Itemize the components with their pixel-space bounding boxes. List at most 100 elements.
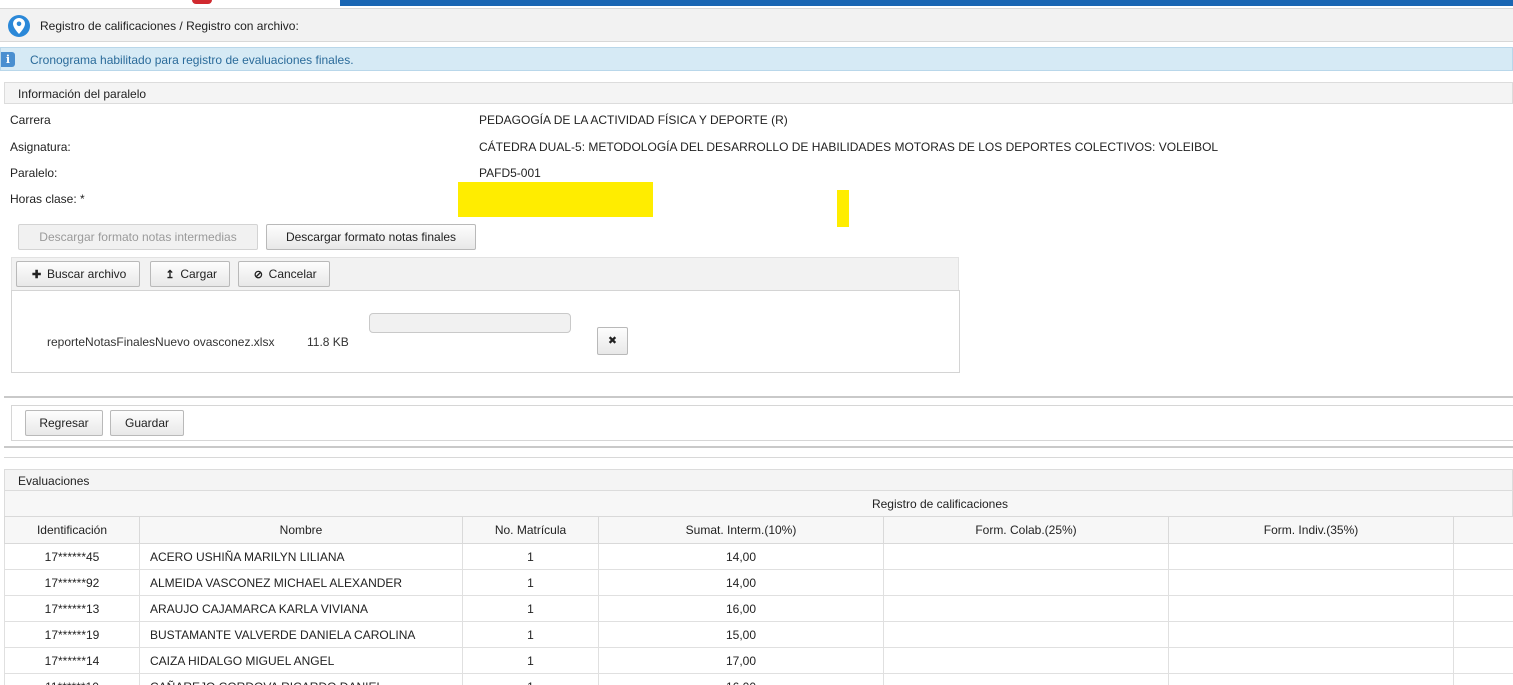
table-row: 11******10 CAÑAREJO CORDOVA RICARDO DANI… [4, 673, 1513, 685]
banner-blue-band [340, 0, 1513, 6]
horas-clase-label: Horas clase: * [10, 192, 85, 206]
divider [4, 457, 1513, 458]
redacted-horas-field [458, 182, 653, 217]
id-cell: 17******13 [4, 595, 140, 622]
indiv-cell[interactable] [1168, 673, 1454, 685]
column-header[interactable]: Form. Colab.(25%) [883, 516, 1169, 544]
action-bar: Regresar Guardar [11, 405, 1513, 441]
name-cell: CAIZA HIDALGO MIGUEL ANGEL [139, 647, 463, 674]
sumativa-cell: 15,00 [598, 621, 884, 648]
indiv-cell[interactable] [1168, 621, 1454, 648]
grades-table: Identificación Nombre No. Matrícula Suma… [4, 516, 1513, 685]
breadcrumb-text: Registro de calificaciones / Registro co… [40, 19, 299, 33]
colab-cell[interactable] [883, 673, 1169, 685]
matricula-cell: 1 [462, 569, 599, 596]
divider [4, 396, 1513, 398]
file-name: reporteNotasFinalesNuevo ovasconez.xlsx [47, 335, 275, 349]
file-size: 11.8 KB [307, 335, 349, 349]
extra-cell [1453, 621, 1513, 648]
download-final-button[interactable]: Descargar formato notas finales [266, 224, 476, 250]
table-row: 17******13 ARAUJO CAJAMARCA KARLA VIVIAN… [4, 595, 1513, 622]
back-button[interactable]: Regresar [25, 410, 103, 436]
paralelo-label: Paralelo: [10, 166, 58, 180]
extra-cell [1453, 673, 1513, 685]
column-header [1453, 516, 1513, 544]
redacted-mark [837, 190, 849, 227]
plus-icon: ✚ [32, 269, 42, 281]
matricula-cell: 1 [462, 673, 599, 685]
evaluaciones-title: Evaluaciones [18, 474, 90, 488]
table-row: 17******14 CAIZA HIDALGO MIGUEL ANGEL 1 … [4, 647, 1513, 674]
upload-progress-bar [369, 313, 571, 333]
paralelo-info-header: Información del paralelo [4, 82, 1513, 104]
location-pin-icon [8, 15, 30, 37]
breadcrumb: Registro de calificaciones / Registro co… [0, 8, 1513, 42]
evaluaciones-header: Evaluaciones [4, 469, 1513, 491]
name-cell: BUSTAMANTE VALVERDE DANIELA CAROLINA [139, 621, 463, 648]
extra-cell [1453, 569, 1513, 596]
indiv-cell[interactable] [1168, 569, 1454, 596]
extra-cell [1453, 595, 1513, 622]
table-row: 17******45 ACERO USHIÑA MARILYN LILIANA … [4, 543, 1513, 570]
column-header[interactable]: Sumat. Interm.(10%) [598, 516, 884, 544]
upload-label: Cargar [180, 267, 218, 281]
info-icon: i [1, 52, 15, 67]
upload-button[interactable]: ↥ Cargar [150, 261, 230, 287]
paralelo-info-title: Información del paralelo [18, 87, 147, 101]
colab-cell[interactable] [883, 569, 1169, 596]
extra-cell [1453, 543, 1513, 570]
name-cell: ACERO USHIÑA MARILYN LILIANA [139, 543, 463, 570]
info-message: i Cronograma habilitado para registro de… [0, 47, 1513, 71]
table-header-row: Identificación Nombre No. Matrícula Suma… [4, 516, 1513, 544]
upload-arrow-icon: ↥ [165, 269, 175, 281]
cancel-circle-icon: ⊘ [253, 269, 263, 281]
sumativa-cell: 17,00 [598, 647, 884, 674]
download-intermediate-button[interactable]: Descargar formato notas intermedias [18, 224, 258, 250]
table-row: 17******92 ALMEIDA VASCONEZ MICHAEL ALEX… [4, 569, 1513, 596]
remove-file-button[interactable]: ✖ [597, 327, 628, 355]
matricula-cell: 1 [462, 543, 599, 570]
column-header[interactable]: Form. Indiv.(35%) [1168, 516, 1454, 544]
colab-cell[interactable] [883, 543, 1169, 570]
id-cell: 17******45 [4, 543, 140, 570]
info-message-text: Cronograma habilitado para registro de e… [30, 53, 354, 67]
top-banner-strip [0, 0, 1513, 6]
extra-cell [1453, 647, 1513, 674]
upload-toolbar: ✚ Buscar archivo ↥ Cargar ⊘ Cancelar [11, 257, 959, 291]
id-cell: 17******14 [4, 647, 140, 674]
asignatura-value: CÁTEDRA DUAL-5: METODOLOGÍA DEL DESARROL… [479, 140, 1219, 154]
column-header[interactable]: No. Matrícula [462, 516, 599, 544]
name-cell: CAÑAREJO CORDOVA RICARDO DANIEL [139, 673, 463, 685]
browse-file-button[interactable]: ✚ Buscar archivo [16, 261, 140, 287]
save-button[interactable]: Guardar [110, 410, 184, 436]
colab-cell[interactable] [883, 595, 1169, 622]
column-header[interactable]: Nombre [139, 516, 463, 544]
id-cell: 17******19 [4, 621, 140, 648]
cancel-upload-button[interactable]: ⊘ Cancelar [238, 261, 330, 287]
browse-file-label: Buscar archivo [46, 267, 127, 281]
cancel-upload-label: Cancelar [268, 267, 317, 281]
id-cell: 17******92 [4, 569, 140, 596]
id-cell: 11******10 [4, 673, 140, 685]
close-icon: ✖ [607, 335, 618, 347]
matricula-cell: 1 [462, 621, 599, 648]
colab-cell[interactable] [883, 647, 1169, 674]
banner-logo-fragment [192, 0, 212, 4]
name-cell: ARAUJO CAJAMARCA KARLA VIVIANA [139, 595, 463, 622]
upload-file-list: reporteNotasFinalesNuevo ovasconez.xlsx … [11, 290, 960, 373]
table-row: 17******19 BUSTAMANTE VALVERDE DANIELA C… [4, 621, 1513, 648]
matricula-cell: 1 [462, 595, 599, 622]
sumativa-cell: 16,00 [598, 595, 884, 622]
name-cell: ALMEIDA VASCONEZ MICHAEL ALEXANDER [139, 569, 463, 596]
indiv-cell[interactable] [1168, 647, 1454, 674]
colab-cell[interactable] [883, 621, 1169, 648]
indiv-cell[interactable] [1168, 595, 1454, 622]
carrera-label: Carrera [10, 113, 51, 127]
sumativa-cell: 16,00 [598, 673, 884, 685]
column-header[interactable]: Identificación [4, 516, 140, 544]
indiv-cell[interactable] [1168, 543, 1454, 570]
paralelo-value: PAFD5-001 [479, 166, 541, 180]
matricula-cell: 1 [462, 647, 599, 674]
divider [4, 446, 1513, 448]
group-header: Registro de calificaciones [4, 490, 1513, 517]
